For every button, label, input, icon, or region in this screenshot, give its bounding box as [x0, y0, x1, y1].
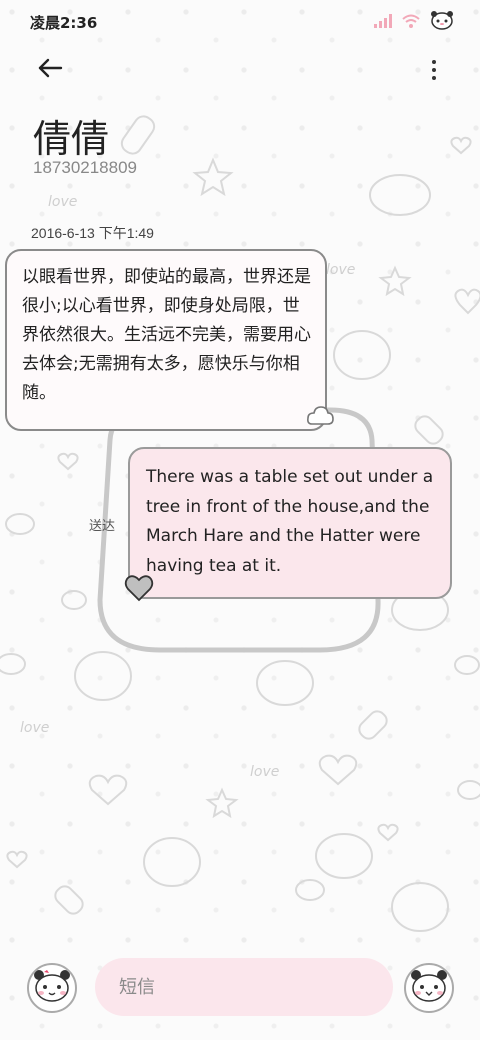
contact-name: 倩倩 [33, 117, 110, 161]
wifi-icon [402, 13, 420, 32]
more-vertical-icon-dot [432, 60, 436, 64]
send-button[interactable] [404, 963, 454, 1013]
svg-text:love: love [48, 194, 77, 210]
more-options-button[interactable] [422, 54, 446, 86]
svg-text:love: love [250, 764, 279, 780]
signal-icon [374, 13, 392, 32]
svg-text:love: love [20, 720, 49, 736]
status-icons [374, 10, 454, 34]
more-vertical-icon-dot [432, 68, 436, 72]
status-time: 凌晨2:36 [30, 14, 98, 32]
panda-battery-icon [430, 10, 454, 34]
back-button[interactable] [30, 52, 70, 88]
emoji-button[interactable] [27, 963, 77, 1013]
delivery-status: 送达 [89, 519, 116, 534]
contact-phone: 18730218809 [33, 158, 138, 177]
message-timestamp: 2016-6-13 下午1:49 [31, 225, 154, 241]
arrow-left-icon [37, 58, 63, 82]
outgoing-message-text: There was a table set out under a tree i… [146, 467, 434, 576]
incoming-message-bubble[interactable]: 以眼看世界，即使站的最高，世界还是很小;以心看世界，即使身处局限，世界依然很大。… [5, 249, 327, 431]
more-vertical-icon-dot [432, 76, 436, 80]
panda-send-icon [409, 968, 449, 1008]
svg-text:love: love [326, 262, 355, 278]
incoming-message-text: 以眼看世界，即使站的最高，世界还是很小;以心看世界，即使身处局限，世界依然很大。… [22, 267, 311, 403]
status-bar: 凌晨2:36 [0, 0, 480, 44]
message-input[interactable] [95, 958, 393, 1016]
panda-emoji-icon [32, 968, 72, 1008]
outgoing-message-bubble[interactable]: There was a table set out under a tree i… [128, 447, 452, 599]
